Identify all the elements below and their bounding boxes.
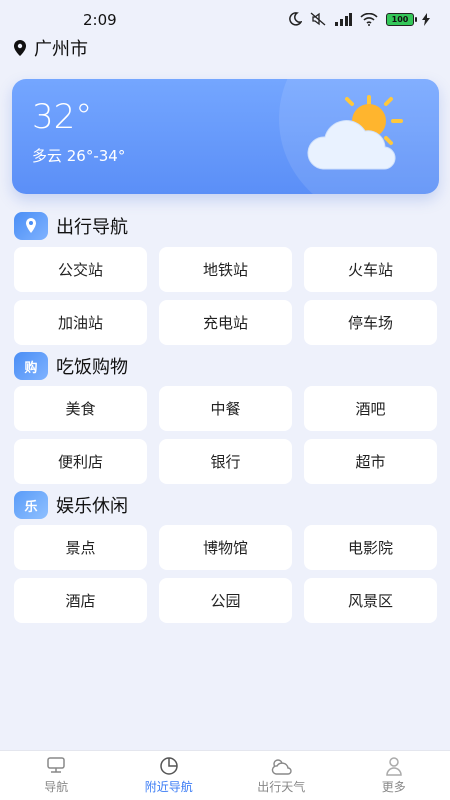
status-bar: 2:09 100 — [0, 0, 450, 36]
nav-tab-weather[interactable]: 出行天气 — [225, 751, 338, 800]
location-pin-icon — [14, 40, 26, 56]
battery-icon: 100 — [386, 12, 417, 26]
partly-cloudy-icon — [307, 95, 403, 170]
section-header-travel: 出行导航 — [14, 212, 128, 240]
grid-item-convenience-store[interactable]: 便利店 — [14, 439, 147, 484]
grid-item-subway[interactable]: 地铁站 — [159, 247, 292, 292]
section-title: 娱乐休闲 — [56, 496, 128, 517]
nav-label: 出行天气 — [257, 780, 306, 794]
section-title: 出行导航 — [56, 217, 128, 238]
section-title: 吃饭购物 — [56, 357, 128, 378]
grid-item-gas-station[interactable]: 加油站 — [14, 300, 147, 345]
pie-icon — [160, 757, 178, 775]
travel-grid: 公交站 地铁站 火车站 加油站 充电站 停车场 — [14, 247, 437, 345]
leisure-icon: 乐 — [14, 491, 48, 519]
user-icon — [385, 757, 402, 776]
grid-item-bus-stop[interactable]: 公交站 — [14, 247, 147, 292]
nav-tab-navigation[interactable]: 导航 — [0, 751, 113, 800]
nav-label: 更多 — [381, 780, 406, 794]
grid-item-park[interactable]: 公园 — [159, 578, 292, 623]
nav-tab-nearby[interactable]: 附近导航 — [113, 751, 226, 800]
bottom-nav: 导航 附近导航 出行天气 更多 — [0, 750, 450, 800]
grid-item-parking[interactable]: 停车场 — [304, 300, 437, 345]
compass-icon — [47, 757, 65, 773]
grid-item-food[interactable]: 美食 — [14, 386, 147, 431]
moon-icon — [289, 12, 302, 26]
wifi-icon — [360, 12, 378, 26]
weather-description: 多云 26°-34° — [32, 147, 126, 165]
grid-item-museum[interactable]: 博物馆 — [159, 525, 292, 570]
grid-item-scenic-spot[interactable]: 景点 — [14, 525, 147, 570]
grid-item-chinese-food[interactable]: 中餐 — [159, 386, 292, 431]
grid-item-scenic-area[interactable]: 风景区 — [304, 578, 437, 623]
shopping-icon: 购 — [14, 352, 48, 380]
weather-card[interactable]: 32° 多云 26°-34° — [12, 79, 439, 194]
grid-item-supermarket[interactable]: 超市 — [304, 439, 437, 484]
food-shopping-grid: 美食 中餐 酒吧 便利店 银行 超市 — [14, 386, 437, 484]
grid-item-cinema[interactable]: 电影院 — [304, 525, 437, 570]
mute-icon — [310, 12, 326, 26]
location-city: 广州市 — [34, 39, 88, 60]
grid-item-charging-station[interactable]: 充电站 — [159, 300, 292, 345]
grid-item-bank[interactable]: 银行 — [159, 439, 292, 484]
status-time: 2:09 — [83, 11, 117, 29]
grid-item-bar[interactable]: 酒吧 — [304, 386, 437, 431]
grid-item-hotel[interactable]: 酒店 — [14, 578, 147, 623]
leisure-grid: 景点 博物馆 电影院 酒店 公园 风景区 — [14, 525, 437, 623]
section-header-food-shopping: 购 吃饭购物 — [14, 352, 128, 380]
charging-icon — [422, 12, 430, 26]
battery-level: 100 — [391, 14, 409, 24]
status-icons: 100 — [288, 12, 430, 26]
signal-icon — [335, 12, 352, 26]
map-icon — [14, 212, 48, 240]
grid-item-train-station[interactable]: 火车站 — [304, 247, 437, 292]
weather-temperature: 32° — [32, 97, 93, 137]
nav-tab-more[interactable]: 更多 — [338, 751, 450, 800]
weather-icon — [272, 759, 292, 775]
nav-label: 附近导航 — [144, 780, 193, 794]
section-header-leisure: 乐 娱乐休闲 — [14, 491, 128, 519]
location-selector[interactable]: 广州市 — [12, 35, 88, 61]
nav-label: 导航 — [44, 780, 69, 794]
